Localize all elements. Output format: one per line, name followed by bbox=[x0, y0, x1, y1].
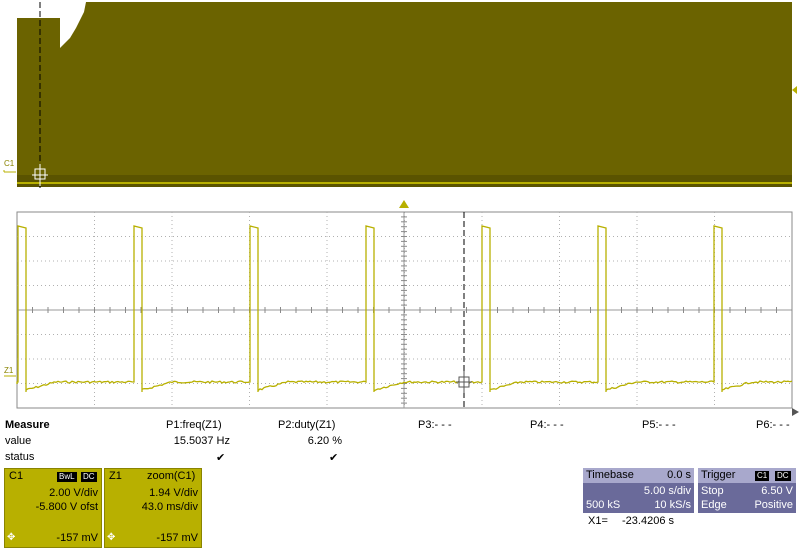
z1-descriptor-box[interactable]: Z1 zoom(C1) 1.94 V/div 43.0 ms/div ✥ -15… bbox=[104, 468, 202, 548]
zoom-waveform-svg bbox=[4, 211, 799, 416]
param-p2-value: 6.20 % bbox=[307, 435, 342, 447]
trigger-box[interactable]: Trigger C1 DC Stop 6.50 V Edge Positive bbox=[698, 468, 796, 513]
trigger-c1-tag: C1 bbox=[755, 471, 770, 481]
param-p2-name[interactable]: P2:duty(Z1) bbox=[278, 419, 335, 431]
z1-box-title: zoom(C1) bbox=[147, 470, 196, 482]
timebase-label: Timebase bbox=[586, 469, 634, 481]
trigger-label: Trigger bbox=[701, 469, 736, 481]
timebase-samples: 500 kS bbox=[586, 499, 621, 511]
param-p6-name[interactable]: P6:- - - bbox=[756, 419, 790, 431]
trigger-header: Trigger C1 DC bbox=[698, 468, 796, 483]
param-p1-name[interactable]: P1:freq(Z1) bbox=[166, 419, 222, 431]
top-waveform-svg bbox=[3, 2, 797, 190]
z1-vdiv: 1.94 V/div bbox=[149, 487, 198, 499]
c1-box-label: C1 bbox=[9, 470, 24, 482]
trigger-position-svg bbox=[399, 200, 409, 208]
timebase-delay: 0.0 s bbox=[667, 469, 691, 481]
z1-bottom-value: -157 mV bbox=[156, 532, 198, 544]
measure-panel: Measure P1:freq(Z1) P2:duty(Z1) P3:- - -… bbox=[0, 419, 800, 467]
row-label-value: value bbox=[5, 435, 32, 447]
timebase-tdiv: 5.00 s/div bbox=[643, 485, 691, 497]
c1-trace-envelope bbox=[17, 2, 792, 186]
c1-descriptor-box[interactable]: C1 BwL DC 2.00 V/div -5.800 V ofst ✥ -15… bbox=[4, 468, 102, 548]
trigger-mode: Stop bbox=[701, 485, 724, 497]
timebase-header: Timebase 0.0 s bbox=[583, 468, 694, 483]
top-channel-label: C1 bbox=[4, 159, 15, 168]
time-arrow-right bbox=[792, 408, 799, 416]
trigger-level-marker bbox=[792, 86, 797, 94]
cursor-readout-value: -23.4206 s bbox=[622, 515, 674, 527]
c1-offset: -5.800 V ofst bbox=[35, 501, 98, 513]
zoom-channel-label: Z1 bbox=[4, 366, 14, 375]
timebase-box[interactable]: Timebase 0.0 s 5.00 s/div 500 kS 10 kS/s bbox=[583, 468, 694, 513]
c1-bottom-value: -157 mV bbox=[56, 532, 98, 544]
trigger-level: 6.50 V bbox=[761, 485, 793, 497]
trigger-type: Edge bbox=[701, 499, 727, 511]
measure-header: Measure bbox=[5, 419, 50, 431]
z1-scroll-icon[interactable]: ✥ bbox=[107, 532, 115, 543]
param-p1-status-icon: ✔ bbox=[216, 452, 226, 464]
param-p4-name[interactable]: P4:- - - bbox=[530, 419, 564, 431]
z1-tdiv: 43.0 ms/div bbox=[141, 501, 198, 513]
param-p1-value: 15.5037 Hz bbox=[173, 435, 230, 447]
cursor-readout-label: X1= bbox=[588, 515, 608, 527]
param-p2-status-icon: ✔ bbox=[329, 452, 339, 464]
row-label-status: status bbox=[5, 451, 35, 463]
timebase-rate: 10 kS/s bbox=[654, 499, 691, 511]
c1-bwl-tag: BwL bbox=[57, 472, 77, 482]
trigger-slope: Positive bbox=[754, 499, 793, 511]
z1-box-label: Z1 bbox=[109, 470, 122, 482]
c1-scroll-icon[interactable]: ✥ bbox=[7, 532, 15, 543]
c1-vdiv: 2.00 V/div bbox=[49, 487, 98, 499]
top-waveform-display[interactable]: C1 bbox=[0, 0, 800, 200]
param-p5-name[interactable]: P5:- - - bbox=[642, 419, 676, 431]
param-p3-name[interactable]: P3:- - - bbox=[418, 419, 452, 431]
trigger-dc-tag: DC bbox=[775, 471, 791, 481]
c1-dc-tag: DC bbox=[81, 472, 97, 482]
zoom-waveform-display[interactable]: Z1 bbox=[0, 210, 800, 416]
cursor-readout: X1= -23.4206 s bbox=[588, 515, 674, 527]
